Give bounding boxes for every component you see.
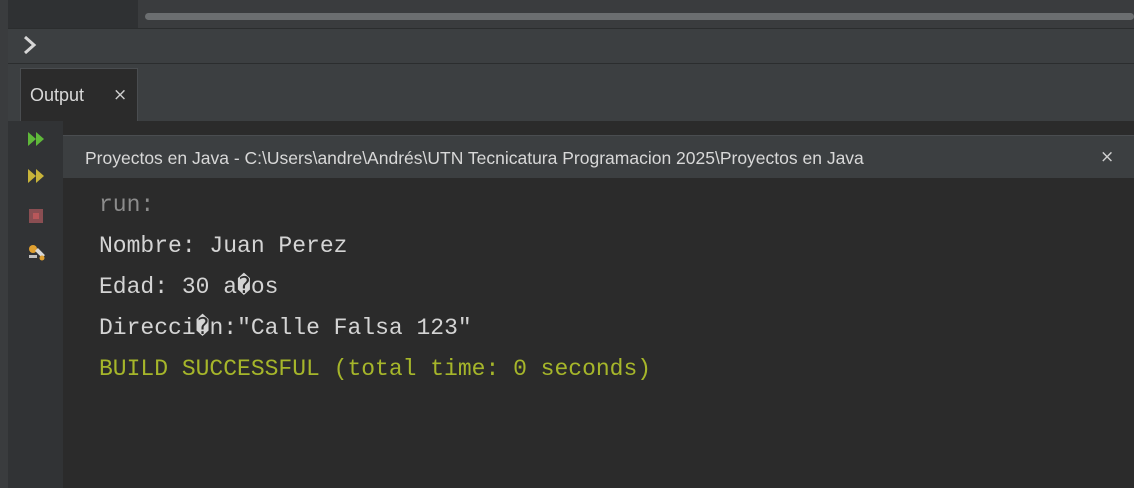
rerun-with-options-icon[interactable] [26, 165, 48, 187]
stop-svg [29, 209, 43, 223]
close-icon[interactable]: × [1100, 147, 1114, 167]
console-line: BUILD SUCCESSFUL (total time: 0 seconds) [99, 356, 652, 382]
console-line: run: [99, 192, 155, 218]
console-output[interactable]: run: Nombre: Juan Perez Edad: 30 a�os Di… [63, 178, 1134, 488]
stop-icon[interactable] [26, 205, 48, 227]
ide-output-window: Output × Proyectos en Java - C:\Users\an… [0, 0, 1134, 488]
output-tab-bar [8, 64, 1134, 121]
tab-run-output-label: Proyectos en Java - C:\Users\andre\André… [85, 148, 864, 168]
output-toolbar [8, 121, 63, 488]
rerun-svg [28, 132, 44, 146]
rerun-icon[interactable] [26, 128, 48, 150]
console-line: Direcci�n:"Calle Falsa 123" [99, 315, 472, 341]
settings-svg [29, 245, 45, 261]
tab-run-output[interactable]: Proyectos en Java - C:\Users\andre\André… [63, 135, 1134, 178]
tab-output[interactable]: Output × [20, 68, 138, 121]
chevron-right-icon[interactable] [22, 34, 38, 61]
rerun-options-svg [28, 169, 44, 183]
console-line: Edad: 30 a�os [99, 274, 279, 300]
top-left-block [8, 0, 138, 28]
chevron-right-svg [24, 35, 37, 55]
close-icon[interactable]: × [113, 85, 127, 105]
horizontal-scrollbar-thumb[interactable] [145, 13, 1134, 20]
console-line: Nombre: Juan Perez [99, 233, 348, 259]
tab-output-label: Output [30, 85, 85, 105]
settings-icon[interactable] [26, 242, 48, 264]
prompt-row [8, 28, 1134, 64]
